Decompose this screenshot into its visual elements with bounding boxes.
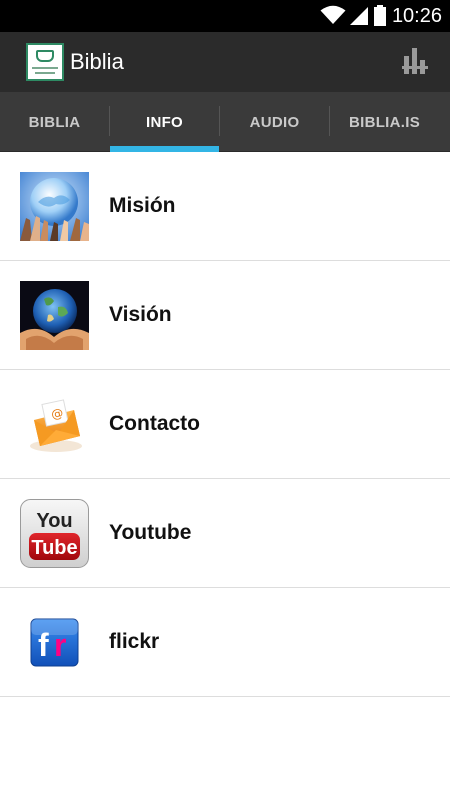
wifi-icon: [320, 5, 346, 24]
list-item-label: flickr: [109, 630, 160, 653]
tab-biblia-is[interactable]: BIBLIA.IS: [330, 92, 439, 152]
list-item-vision[interactable]: Visión: [0, 261, 450, 370]
list-item-label: Visión: [109, 303, 172, 326]
svg-text:You: You: [36, 510, 72, 532]
svg-text:Tube: Tube: [31, 537, 77, 559]
svg-text:f: f: [38, 627, 49, 663]
list-item-youtube[interactable]: You Tube Youtube: [0, 479, 450, 588]
list-item-contacto[interactable]: @ Contacto: [0, 370, 450, 479]
tab-label: BIBLIA.IS: [348, 113, 421, 131]
tab-label: INFO: [145, 113, 184, 131]
earth-in-hands-icon: [20, 281, 89, 350]
app-title: Biblia: [70, 49, 124, 74]
hands-globe-icon: [20, 172, 89, 241]
action-bar: Biblia: [0, 32, 450, 92]
tab-info[interactable]: INFO: [110, 92, 219, 152]
tab-bar: BIBLIA INFO AUDIO BIBLIA.IS: [0, 92, 450, 152]
list-item-flickr[interactable]: f r flickr: [0, 588, 450, 697]
youtube-icon: You Tube: [20, 499, 89, 568]
battery-icon: [374, 5, 386, 26]
tab-label: AUDIO: [249, 113, 300, 131]
flickr-icon: f r: [20, 608, 89, 677]
list-item-label: Youtube: [109, 521, 192, 544]
email-envelope-icon: @: [20, 390, 89, 459]
list-item-mision[interactable]: Misión: [0, 152, 450, 261]
signal-icon: [350, 7, 368, 25]
app-logo-icon[interactable]: [26, 43, 64, 81]
tab-biblia[interactable]: BIBLIA: [0, 92, 109, 152]
svg-text:r: r: [54, 627, 66, 663]
tab-audio[interactable]: AUDIO: [220, 92, 329, 152]
tab-label: BIBLIA: [28, 113, 81, 131]
status-time: 10:26: [391, 5, 442, 27]
overflow-icon[interactable]: [402, 46, 428, 74]
list-item-label: Contacto: [109, 412, 200, 435]
status-bar: 10:26: [0, 0, 450, 32]
info-list: Misión Visión @ Contacto You Tube Youtub…: [0, 152, 450, 697]
list-item-label: Misión: [109, 194, 176, 217]
